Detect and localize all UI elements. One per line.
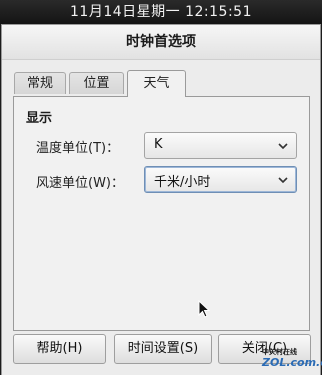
mouse-pointer-icon [198, 300, 210, 318]
dialog-title: 时钟首选项 [2, 25, 320, 60]
tab-general[interactable]: 常规 [14, 72, 66, 94]
time-settings-button[interactable]: 时间设置(S) [114, 334, 212, 364]
tab-location[interactable]: 位置 [69, 72, 124, 94]
panel-clock[interactable]: 11月14日星期一 12:15:51 [0, 0, 322, 24]
wind-speed-unit-label: 风速单位(W)： [36, 176, 124, 191]
clock-preferences-dialog: 时钟首选项 常规 位置 天气 显示 温度单位(T)： K 风速单位(W)： 千米… [1, 24, 321, 375]
chevron-down-icon [278, 177, 288, 184]
temperature-unit-combo[interactable]: K [144, 132, 297, 159]
watermark-line2: ZOL.com.cn [262, 356, 322, 369]
tab-weather[interactable]: 天气 [127, 70, 186, 97]
temperature-unit-value: K [154, 137, 163, 152]
help-button[interactable]: 帮助(H) [13, 334, 106, 364]
display-section-title: 显示 [26, 111, 53, 126]
temperature-unit-label: 温度单位(T)： [36, 141, 120, 156]
chevron-down-icon [278, 143, 288, 150]
wind-speed-unit-combo[interactable]: 千米/小时 [144, 166, 297, 193]
wind-speed-unit-value: 千米/小时 [154, 175, 211, 190]
watermark-logo: 中关村在线 ZOL.com.cn [262, 344, 322, 375]
weather-tab-panel: 显示 温度单位(T)： K 风速单位(W)： 千米/小时 [13, 96, 310, 331]
